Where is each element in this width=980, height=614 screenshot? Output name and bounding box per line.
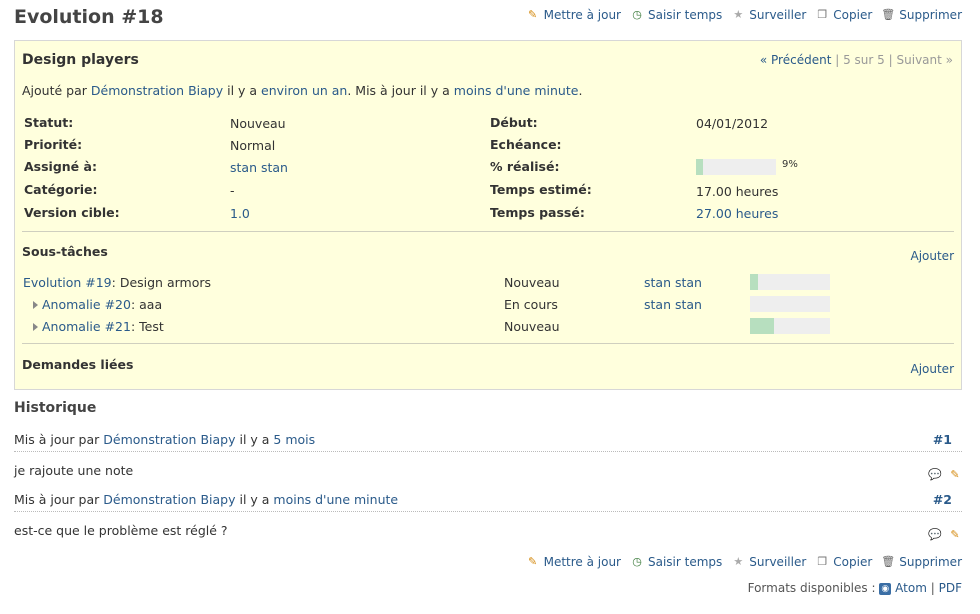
copy-icon: ❐ bbox=[817, 555, 828, 568]
subtask-assignee[interactable]: stan stan bbox=[644, 275, 702, 290]
created-link[interactable]: environ un an bbox=[261, 83, 347, 98]
issue-details: Design players « Précédent | 5 sur 5 | S… bbox=[14, 40, 962, 390]
expand-triangle-icon[interactable] bbox=[33, 301, 38, 309]
version-link[interactable]: 1.0 bbox=[230, 206, 250, 221]
star-icon: ★ bbox=[733, 8, 744, 21]
delete-button[interactable]: 🗑 Supprimer bbox=[881, 555, 962, 569]
add-relation-link[interactable]: Ajouter bbox=[910, 362, 954, 376]
subtask-status: En cours bbox=[504, 297, 558, 312]
pencil-icon: ✎ bbox=[527, 555, 538, 568]
pager-position: 5 sur 5 bbox=[843, 53, 885, 67]
subtask-status: Nouveau bbox=[504, 275, 560, 290]
journal-time-link[interactable]: 5 mois bbox=[273, 432, 315, 447]
contextual-actions-bottom: ✎ Mettre à jour ◷ Saisir temps ★ Surveiller… bbox=[526, 555, 962, 569]
category-label: Catégorie: bbox=[24, 182, 98, 197]
updated-link[interactable]: moins d'une minute bbox=[454, 83, 579, 98]
page-title: Evolution #18 bbox=[14, 6, 164, 28]
assignee-link[interactable]: stan stan bbox=[230, 160, 288, 175]
journal-number-link[interactable]: #1 bbox=[933, 432, 952, 447]
subtask-progress-fill bbox=[750, 318, 774, 334]
author-line: Ajouté par Démonstration Biapy il y a en… bbox=[22, 83, 583, 98]
estimated-time-value: 17.00 heures bbox=[696, 184, 779, 199]
previous-link[interactable]: « Précédent bbox=[760, 53, 832, 67]
category-value: - bbox=[230, 183, 235, 198]
trash-icon: 🗑 bbox=[881, 8, 896, 21]
subtask-progress bbox=[750, 274, 830, 290]
journal-header: Mis à jour par Démonstration Biapy il y … bbox=[14, 492, 962, 512]
status-label: Statut: bbox=[24, 115, 74, 130]
trash-icon: 🗑 bbox=[881, 555, 896, 568]
quote-icon[interactable]: 💬 bbox=[928, 528, 942, 542]
copy-icon: ❐ bbox=[817, 8, 828, 21]
add-subtask-link[interactable]: Ajouter bbox=[910, 249, 954, 263]
estimated-time-label: Temps estimé: bbox=[490, 182, 592, 197]
log-time-button[interactable]: ◷ Saisir temps bbox=[630, 555, 722, 569]
subtask-link[interactable]: Evolution #19 bbox=[23, 275, 112, 290]
priority-value: Normal bbox=[230, 138, 276, 153]
clock-icon: ◷ bbox=[632, 8, 642, 21]
start-date-label: Début: bbox=[490, 115, 538, 130]
priority-label: Priorité: bbox=[24, 137, 83, 152]
divider bbox=[22, 231, 954, 232]
update-button[interactable]: ✎ Mettre à jour bbox=[526, 8, 621, 22]
watch-button[interactable]: ★ Surveiller bbox=[731, 555, 806, 569]
rss-icon: ◉ bbox=[879, 582, 892, 595]
start-date-value: 04/01/2012 bbox=[696, 116, 769, 131]
subtasks-title: Sous-tâches bbox=[22, 244, 108, 259]
subtask-progress bbox=[750, 318, 830, 334]
subtask-status: Nouveau bbox=[504, 319, 560, 334]
atom-link[interactable]: Atom bbox=[895, 581, 927, 595]
done-ratio-bar bbox=[696, 159, 776, 175]
contextual-actions-top: ✎ Mettre à jour ◷ Saisir temps ★ Surveiller… bbox=[526, 8, 962, 22]
copy-button[interactable]: ❐ Copier bbox=[815, 555, 872, 569]
export-formats: Formats disponibles : ◉ Atom | PDF bbox=[747, 581, 962, 595]
issue-pager: « Précédent | 5 sur 5 | Suivant » bbox=[759, 53, 953, 67]
done-ratio-label: % réalisé: bbox=[490, 159, 560, 174]
update-button[interactable]: ✎ Mettre à jour bbox=[526, 555, 621, 569]
relations-title: Demandes liées bbox=[22, 357, 134, 372]
issue-subject: Design players bbox=[22, 52, 139, 68]
subtask-link[interactable]: Anomalie #20 bbox=[42, 297, 131, 312]
pencil-icon[interactable]: ✎ bbox=[948, 528, 962, 542]
copy-button[interactable]: ❐ Copier bbox=[815, 8, 872, 22]
quote-icon[interactable]: 💬 bbox=[928, 468, 942, 482]
subtask-link[interactable]: Anomalie #21 bbox=[42, 319, 131, 334]
author-link[interactable]: Démonstration Biapy bbox=[91, 83, 223, 98]
due-date-label: Echéance: bbox=[490, 137, 562, 152]
clock-icon: ◷ bbox=[632, 555, 642, 568]
subtask-progress-fill bbox=[750, 274, 758, 290]
history-title: Historique bbox=[14, 400, 97, 416]
pdf-link[interactable]: PDF bbox=[939, 581, 962, 595]
assignee-label: Assigné à: bbox=[24, 159, 97, 174]
expand-triangle-icon[interactable] bbox=[33, 323, 38, 331]
journal-author-link[interactable]: Démonstration Biapy bbox=[103, 432, 235, 447]
status-value: Nouveau bbox=[230, 116, 286, 131]
subtask-assignee[interactable]: stan stan bbox=[644, 297, 702, 312]
spent-time-link[interactable]: 27.00 heures bbox=[696, 206, 778, 221]
done-ratio-fill bbox=[696, 159, 704, 175]
journal-note: est-ce que le problème est réglé ? bbox=[14, 523, 228, 538]
pencil-icon: ✎ bbox=[527, 8, 538, 21]
done-ratio-value: 9% bbox=[782, 159, 798, 170]
star-icon: ★ bbox=[733, 555, 744, 568]
pencil-icon[interactable]: ✎ bbox=[948, 468, 962, 482]
watch-button[interactable]: ★ Surveiller bbox=[731, 8, 806, 22]
next-link: Suivant » bbox=[896, 53, 953, 67]
spent-time-label: Temps passé: bbox=[490, 205, 585, 220]
log-time-button[interactable]: ◷ Saisir temps bbox=[630, 8, 722, 22]
divider bbox=[22, 343, 954, 344]
version-label: Version cible: bbox=[24, 205, 120, 220]
journal-note-actions: 💬 ✎ bbox=[928, 528, 962, 542]
subtask-progress bbox=[750, 296, 830, 312]
journal-note-actions: 💬 ✎ bbox=[928, 468, 962, 482]
journal-time-link[interactable]: moins d'une minute bbox=[273, 492, 398, 507]
journal-header: Mis à jour par Démonstration Biapy il y … bbox=[14, 432, 962, 452]
delete-button[interactable]: 🗑 Supprimer bbox=[881, 8, 962, 22]
journal-author-link[interactable]: Démonstration Biapy bbox=[103, 492, 235, 507]
journal-note: je rajoute une note bbox=[14, 463, 134, 478]
journal-number-link[interactable]: #2 bbox=[933, 492, 952, 507]
